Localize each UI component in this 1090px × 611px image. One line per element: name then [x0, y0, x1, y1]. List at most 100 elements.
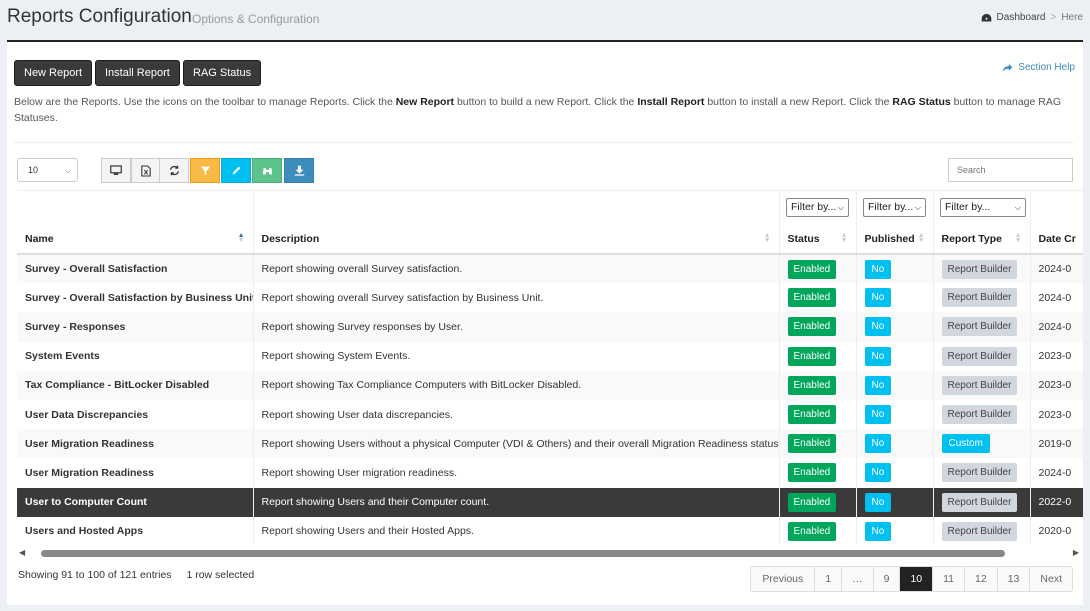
- page-title: Reports Configuration: [7, 6, 192, 27]
- reports-table: Name ▲ ▼ Description ▲ ▼ Status ▲ ▼ Published ▲…: [17, 224, 1083, 544]
- status-cell: Enabled: [779, 458, 857, 488]
- pagination-next[interactable]: Next: [1030, 567, 1072, 591]
- table-row[interactable]: Survey - Overall Satisfaction by Busines…: [17, 283, 1083, 313]
- report-type-badge: Custom: [941, 434, 990, 454]
- scrollbar-thumb[interactable]: [41, 550, 1005, 557]
- table-row[interactable]: System Events Report showing System Event…: [17, 341, 1083, 371]
- edit-button[interactable]: [221, 158, 251, 183]
- report-type-cell: Custom: [933, 429, 1031, 459]
- published-badge: No: [864, 259, 892, 279]
- report-type-cell: Report Builder: [933, 370, 1031, 400]
- chevron-down-icon: ⌵: [64, 166, 71, 175]
- published-badge: No: [864, 463, 892, 483]
- status-cell: Enabled: [779, 341, 857, 371]
- column-header-name[interactable]: Name ▲ ▼: [17, 224, 254, 255]
- report-description-cell: Report showing Users without a physical …: [253, 429, 780, 459]
- date-created-cell: 2024-0: [1030, 254, 1083, 284]
- pagination-ellipsis: …: [842, 567, 874, 591]
- date-created-cell: 2023-0: [1030, 370, 1083, 400]
- pagination-page-12[interactable]: 12: [965, 567, 998, 591]
- export-excel-button[interactable]: [131, 158, 161, 183]
- section-help-label: Section Help: [1018, 62, 1075, 73]
- report-type-badge: Report Builder: [941, 492, 1018, 512]
- column-header-description[interactable]: Description ▲ ▼: [253, 224, 780, 255]
- section-help-link[interactable]: Section Help: [1002, 62, 1075, 73]
- new-report-button[interactable]: New Report: [14, 60, 93, 86]
- published-badge: No: [864, 492, 892, 512]
- date-created-cell: 2023-0: [1030, 399, 1083, 430]
- filter-button[interactable]: [190, 158, 220, 183]
- status-cell: Enabled: [779, 283, 857, 313]
- find-button[interactable]: [252, 158, 282, 183]
- column-filter-row: Filter by... ⌵ Filter by... ⌵ Filter by...…: [17, 190, 1083, 225]
- pagination-page-13[interactable]: 13: [997, 567, 1031, 591]
- download-icon: [294, 165, 304, 176]
- published-cell: No: [856, 254, 934, 284]
- column-header-status[interactable]: Status ▲ ▼: [779, 224, 857, 255]
- table-row[interactable]: Survey - Responses Report showing Survey …: [17, 312, 1083, 342]
- page-length-select[interactable]: 10 ⌵: [17, 158, 78, 182]
- report-type-cell: Report Builder: [933, 399, 1031, 430]
- edit-icon: [232, 166, 240, 175]
- pagination-page-9[interactable]: 9: [873, 567, 901, 591]
- report-type-cell: Report Builder: [933, 458, 1031, 488]
- refresh-button[interactable]: [159, 158, 189, 183]
- published-filter-select[interactable]: Filter by... ⌵: [863, 198, 926, 217]
- pagination-page-10[interactable]: 10: [900, 567, 934, 591]
- excel-icon: [141, 164, 151, 177]
- table-row[interactable]: User Data Discrepancies Report showing Us…: [17, 399, 1083, 430]
- intro-text: Below are the Reports. Use the icons on …: [14, 96, 1062, 124]
- table-row[interactable]: User Migration Readiness Report showing U…: [17, 429, 1083, 459]
- pagination-previous[interactable]: Previous: [751, 567, 816, 591]
- rag-status-button[interactable]: RAG Status: [183, 60, 262, 86]
- download-button[interactable]: [284, 158, 314, 183]
- status-badge: Enabled: [787, 259, 837, 279]
- refresh-icon: [169, 165, 179, 176]
- status-filter-select[interactable]: Filter by... ⌵: [786, 198, 849, 217]
- chevron-down-icon: ⌵: [914, 203, 921, 212]
- chevron-down-icon: ⌵: [837, 203, 844, 212]
- report-type-cell: Report Builder: [933, 341, 1031, 371]
- share-icon: [1002, 63, 1013, 72]
- report-name-cell: System Events: [17, 341, 254, 371]
- horizontal-scrollbar[interactable]: ◀ ▶: [17, 548, 1083, 558]
- entries-info: Showing 91 to 100 of 121 entries: [18, 569, 172, 581]
- pagination-page-11[interactable]: 11: [933, 567, 966, 591]
- status-cell: Enabled: [779, 516, 857, 544]
- breadcrumb-current: Here: [1061, 12, 1083, 23]
- search-input[interactable]: [948, 158, 1073, 182]
- table-row[interactable]: User to Computer Count Report showing Use…: [17, 487, 1083, 517]
- scroll-left-icon[interactable]: ◀: [19, 548, 25, 557]
- report-name-cell: User Migration Readiness: [17, 429, 254, 459]
- report-description-cell: Report showing User migration readiness.: [253, 458, 780, 488]
- scroll-right-icon[interactable]: ▶: [1073, 548, 1079, 557]
- report-name-cell: Tax Compliance - BitLocker Disabled: [17, 370, 254, 400]
- column-header-date-created[interactable]: Date Cr: [1030, 224, 1083, 255]
- published-cell: No: [856, 370, 934, 400]
- status-cell: Enabled: [779, 399, 857, 430]
- install-report-button[interactable]: Install Report: [95, 60, 180, 86]
- table-row[interactable]: User Migration Readiness Report showing U…: [17, 458, 1083, 488]
- date-created-cell: 2019-0: [1030, 429, 1083, 459]
- table-info: Showing 91 to 100 of 121 entries 1 row s…: [18, 569, 254, 581]
- pagination-page-1[interactable]: 1: [815, 567, 843, 591]
- table-row[interactable]: Tax Compliance - BitLocker Disabled Repor…: [17, 370, 1083, 400]
- report-type-cell: Report Builder: [933, 516, 1031, 544]
- date-created-cell: 2022-0: [1030, 487, 1083, 517]
- table-row[interactable]: Survey - Overall Satisfaction Report show…: [17, 254, 1083, 284]
- published-cell: No: [856, 516, 934, 544]
- breadcrumb-dashboard-link[interactable]: Dashboard: [997, 12, 1046, 23]
- report-description-cell: Report showing Users and their Hosted Ap…: [253, 516, 780, 544]
- report-type-badge: Report Builder: [941, 259, 1018, 279]
- report-name-cell: Users and Hosted Apps: [17, 516, 254, 544]
- column-header-report-type[interactable]: Report Type ▲ ▼: [933, 224, 1031, 255]
- report-type-cell: Report Builder: [933, 254, 1031, 284]
- column-header-published[interactable]: Published ▲ ▼: [856, 224, 934, 255]
- filter-icon: [200, 166, 210, 176]
- monitor-button[interactable]: [101, 158, 131, 183]
- report-name-cell: User to Computer Count: [17, 487, 254, 517]
- status-badge: Enabled: [787, 346, 837, 366]
- table-row[interactable]: Users and Hosted Apps Report showing User…: [17, 516, 1083, 544]
- report-type-filter-select[interactable]: Filter by... ⌵: [940, 198, 1026, 217]
- status-cell: Enabled: [779, 370, 857, 400]
